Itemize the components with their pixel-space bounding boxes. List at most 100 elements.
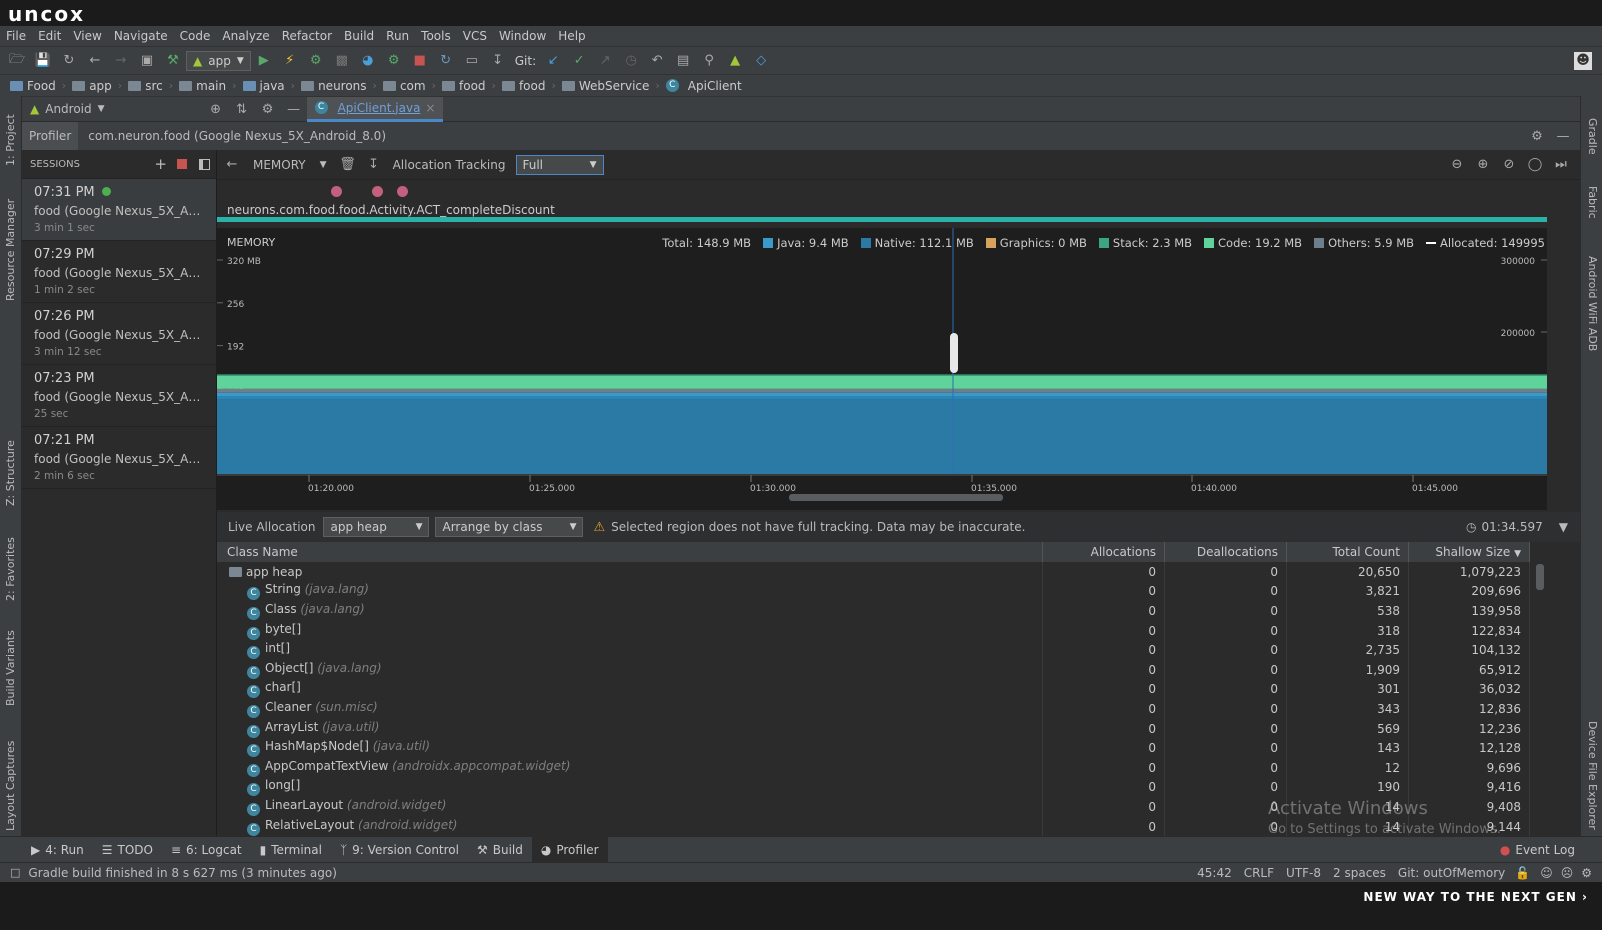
debug-icon[interactable]: ⚙ <box>305 50 327 72</box>
event-log-button[interactable]: ● Event Log <box>1491 837 1584 863</box>
sdk-manager-icon[interactable]: ↧ <box>487 50 509 72</box>
stop-session-icon[interactable] <box>177 159 187 169</box>
touch-event-marker[interactable] <box>331 186 342 197</box>
panel-toggle-icon[interactable] <box>199 158 210 170</box>
table-row[interactable]: Cbyte[] 0 0 318 122,834 <box>217 620 1530 641</box>
menu-view[interactable]: View <box>67 26 107 46</box>
col-shallow-size[interactable]: Shallow Size ▼ <box>1408 542 1530 562</box>
breadcrumb-food-pkg[interactable]: food <box>436 79 492 93</box>
heap-select[interactable]: app heap ▼ <box>323 517 430 537</box>
tool-gradle[interactable]: Gradle <box>1586 118 1599 168</box>
locate-icon[interactable]: ⊕ <box>205 98 227 120</box>
git-branch[interactable]: Git: outOfMemory <box>1398 866 1505 880</box>
arrange-select[interactable]: Arrange by class ▼ <box>435 517 584 537</box>
menu-refactor[interactable]: Refactor <box>276 26 338 46</box>
gear-icon[interactable]: ⚙ <box>257 98 279 120</box>
monitor-select[interactable]: MEMORY ▼ <box>245 158 335 172</box>
table-row[interactable]: Cint[] 0 0 2,735 104,132 <box>217 640 1530 660</box>
trash-icon[interactable]: 🗑 <box>337 154 359 176</box>
open-folder-icon[interactable]: 🗁 <box>6 50 28 72</box>
menu-vcs[interactable]: VCS <box>457 26 493 46</box>
table-row[interactable]: C Class (java.lang) 0 0 538 139,958 <box>217 601 1530 621</box>
save-icon[interactable]: 💾 <box>32 50 54 72</box>
run-config-select[interactable]: ▲ app ▼ <box>186 50 251 71</box>
tab-profiler[interactable]: ◕ Profiler <box>531 836 608 863</box>
tool-favorites[interactable]: 2: Favorites <box>4 521 17 601</box>
add-session-icon[interactable]: + <box>154 155 167 173</box>
zoom-out-icon[interactable]: ⊖ <box>1446 154 1468 176</box>
indent-setting[interactable]: 2 spaces <box>1333 866 1386 880</box>
table-row[interactable]: C Object[] (java.lang) 0 0 1,909 65,912 <box>217 659 1530 680</box>
table-row[interactable]: Clong[] 0 0 190 9,416 <box>217 777 1530 798</box>
tool-build-variants[interactable]: Build Variants <box>4 616 17 706</box>
lock-icon[interactable]: 🔓 <box>1515 866 1530 880</box>
attach-debugger-icon[interactable]: ⚙ <box>383 50 405 72</box>
window-icon[interactable]: ▣ <box>136 50 158 72</box>
table-scrollbar[interactable] <box>1536 564 1544 590</box>
memory-chart[interactable]: neurons.com.food.food.Activity.ACT_compl… <box>217 180 1547 510</box>
reset-zoom-icon[interactable]: ⊘ <box>1498 154 1520 176</box>
gear-icon[interactable]: ⚙ <box>1526 125 1548 147</box>
menu-build[interactable]: Build <box>338 26 380 46</box>
breadcrumb-food-subpkg[interactable]: food <box>496 79 552 93</box>
breadcrumb-food[interactable]: Food <box>4 79 62 93</box>
coverage-icon[interactable]: ▩ <box>331 50 353 72</box>
file-encoding[interactable]: UTF-8 <box>1286 866 1321 880</box>
breadcrumb-java[interactable]: java <box>237 79 291 93</box>
menu-window[interactable]: Window <box>493 26 552 46</box>
tool-layout-captures[interactable]: Layout Captures <box>4 731 17 831</box>
col-total-count[interactable]: Total Count <box>1286 542 1409 562</box>
run-icon[interactable]: ▶ <box>253 50 275 72</box>
tab-version-control[interactable]: ᛉ 9: Version Control <box>331 837 468 863</box>
minimize-icon[interactable]: — <box>1552 125 1574 147</box>
back-icon[interactable]: ← <box>221 154 243 176</box>
filter-icon[interactable]: ▼ <box>1559 520 1568 534</box>
layout-icon[interactable]: □ <box>10 866 20 879</box>
tool-resource-manager[interactable]: Resource Manager <box>4 191 17 301</box>
forward-icon[interactable]: → <box>110 50 132 72</box>
hector-icon[interactable]: ⚙ <box>1581 866 1592 880</box>
table-row[interactable]: C AppCompatTextView (androidx.appcompat.w… <box>217 757 1530 778</box>
breadcrumb-app[interactable]: app <box>66 79 118 93</box>
table-row-root[interactable]: app heap 0 0 20,650 1,079,223 <box>217 562 1530 582</box>
session-item[interactable]: 07:26 PM food (Google Nexus_5X_Android_8.… <box>22 303 216 365</box>
session-item[interactable]: 07:29 PM food (Google Nexus_5X_Android_8.… <box>22 241 216 303</box>
back-icon[interactable]: ← <box>84 50 106 72</box>
avd-manager-icon[interactable]: ▭ <box>461 50 483 72</box>
menu-tools[interactable]: Tools <box>415 26 457 46</box>
history-icon[interactable]: ◷ <box>620 50 642 72</box>
git-commit-icon[interactable]: ✓ <box>568 50 590 72</box>
minimize-icon[interactable]: — <box>283 98 305 120</box>
face-sad-icon[interactable]: ☹ <box>1561 866 1574 880</box>
menu-help[interactable]: Help <box>552 26 591 46</box>
zoom-selection-icon[interactable]: ◯ <box>1524 154 1546 176</box>
project-structure-icon[interactable]: ▤ <box>672 50 694 72</box>
tab-todo[interactable]: ☰ TODO <box>93 837 162 863</box>
table-row[interactable]: C HashMap$Node[] (java.util) 0 0 143 12,128 <box>217 738 1530 758</box>
zoom-in-icon[interactable]: ⊕ <box>1472 154 1494 176</box>
heap-dump-icon[interactable]: ↧ <box>363 154 385 176</box>
col-deallocations[interactable]: Deallocations <box>1164 542 1288 562</box>
tool-device-file-explorer[interactable]: Device File Explorer <box>1586 721 1599 831</box>
go-live-icon[interactable]: ⏭ <box>1550 154 1572 176</box>
tool-wifi-adb[interactable]: Android WiFi ADB <box>1586 256 1599 356</box>
stop-icon[interactable]: ■ <box>409 50 431 72</box>
tab-terminal[interactable]: ▮ Terminal <box>251 837 331 863</box>
tab-build[interactable]: ⚒ Build <box>468 837 532 863</box>
tab-logcat[interactable]: ≡ 6: Logcat <box>162 837 251 863</box>
breadcrumb-neurons[interactable]: neurons <box>295 79 372 93</box>
col-allocations[interactable]: Allocations <box>1042 542 1166 562</box>
cursor-position[interactable]: 45:42 <box>1197 866 1232 880</box>
avatar[interactable]: ☻ <box>1574 51 1592 70</box>
sync-icon[interactable]: ↻ <box>58 50 80 72</box>
profile-icon[interactable]: ◕ <box>357 50 379 72</box>
table-row[interactable]: C Cleaner (sun.misc) 0 0 343 12,836 <box>217 699 1530 719</box>
col-class-name[interactable]: Class Name <box>217 542 1044 562</box>
breadcrumb-com[interactable]: com <box>377 79 432 93</box>
session-item[interactable]: 07:23 PM food (Google Nexus_5X_Android_8.… <box>22 365 216 427</box>
alloc-tracking-select[interactable]: Full ▼ <box>515 154 604 175</box>
layers-icon[interactable]: ◇ <box>750 50 772 72</box>
android-sdk-icon[interactable]: ▲ <box>724 50 746 72</box>
menu-file[interactable]: File <box>0 26 32 46</box>
profiler-tab[interactable]: Profiler <box>22 122 79 150</box>
